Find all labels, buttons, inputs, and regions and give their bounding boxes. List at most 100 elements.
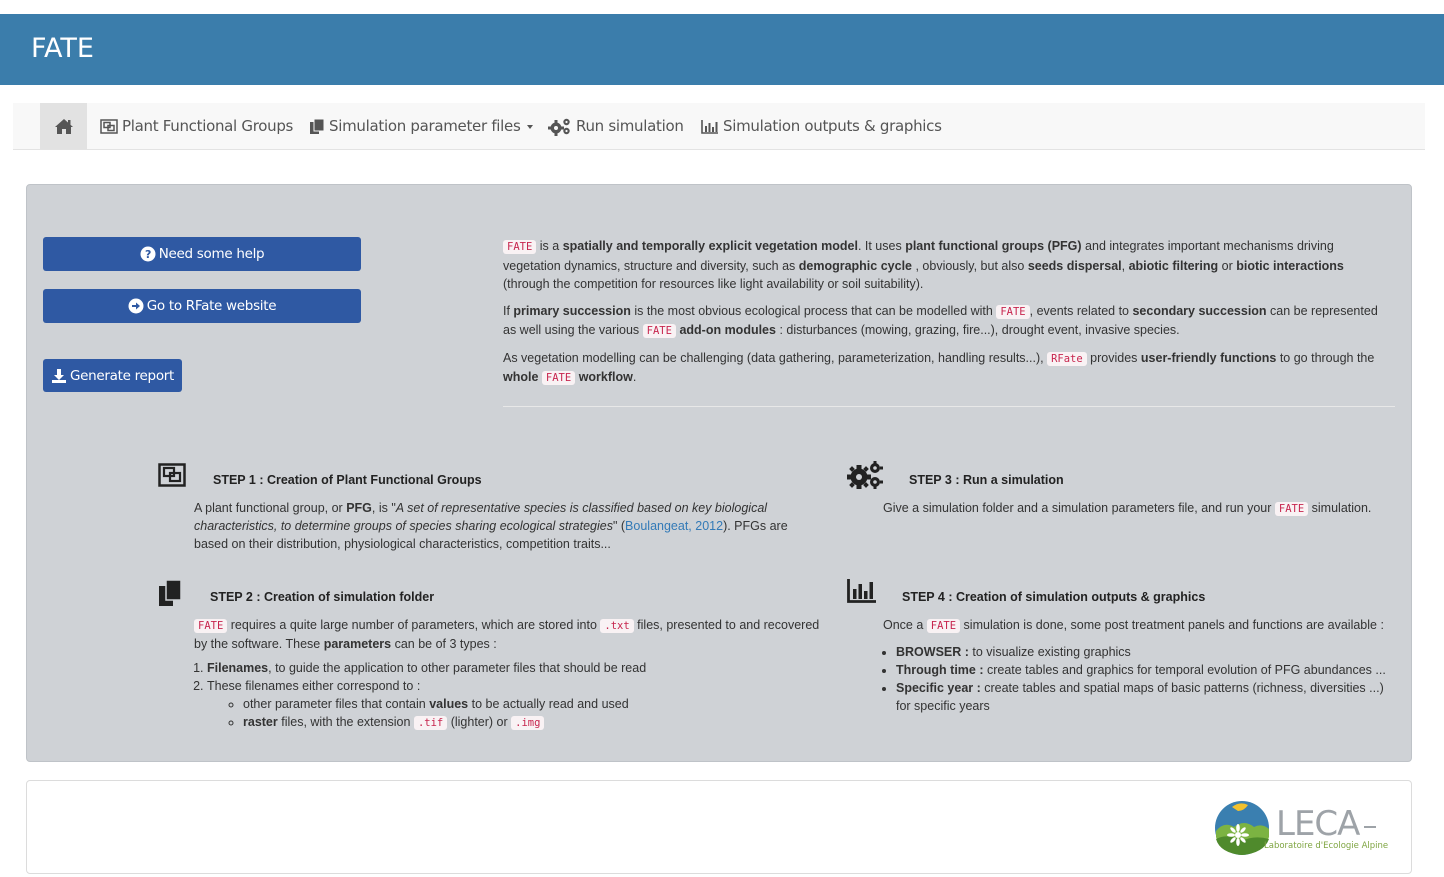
text: Give a simulation folder and a simulatio… bbox=[883, 501, 1275, 515]
code-tag: .img bbox=[511, 716, 545, 730]
text: , is " bbox=[371, 501, 396, 515]
code-tag: .tif bbox=[413, 716, 448, 730]
text: to go through the bbox=[1276, 350, 1375, 365]
step-3-title: STEP 3 : Run a simulation bbox=[909, 473, 1064, 487]
list-item: These filenames either correspond to : o… bbox=[207, 677, 824, 732]
nav-home-tab[interactable] bbox=[40, 103, 87, 149]
list-item: other parameter files that contain value… bbox=[243, 695, 824, 713]
code-tag: FATE bbox=[503, 240, 537, 254]
list-item: Through time : create tables and graphic… bbox=[896, 661, 1393, 679]
code-tag: FATE bbox=[194, 619, 228, 633]
intro-paragraph-3: As vegetation modelling can be challengi… bbox=[503, 349, 1391, 388]
step-4-body: Once a FATE simulation is done, some pos… bbox=[883, 616, 1393, 715]
bold-text: values bbox=[429, 697, 469, 711]
bold-text: biotic interactions bbox=[1236, 258, 1344, 273]
text: provides bbox=[1086, 350, 1141, 365]
code-tag: FATE bbox=[996, 304, 1030, 319]
text: , events related to bbox=[1029, 303, 1133, 318]
bar-chart-icon bbox=[847, 579, 876, 603]
cogs-icon bbox=[548, 118, 570, 136]
bold-text: whole bbox=[503, 370, 539, 384]
text: . bbox=[632, 370, 637, 384]
text: " ( bbox=[612, 519, 626, 533]
step-2-body: FATE requires a quite large number of pa… bbox=[194, 616, 824, 732]
text: : disturbances (mowing, grazing, fire...… bbox=[775, 323, 1180, 337]
step-3-body: Give a simulation folder and a simulatio… bbox=[883, 499, 1403, 518]
arrow-circle-right-icon bbox=[128, 298, 144, 314]
text: Once a bbox=[883, 618, 927, 632]
text: A plant functional group, or bbox=[194, 501, 347, 515]
nav-plant-functional-groups[interactable]: Plant Functional Groups bbox=[100, 103, 293, 149]
code-tag: .txt bbox=[600, 619, 634, 633]
home-icon bbox=[54, 118, 73, 134]
text: requires a quite large number of paramet… bbox=[227, 618, 601, 632]
text: to visualize existing graphics bbox=[968, 645, 1131, 659]
bold-text: workflow bbox=[578, 370, 633, 384]
text: simulation is done, some post treatment … bbox=[960, 618, 1384, 632]
bold-text: Filenames bbox=[207, 661, 269, 675]
nav-simulation-outputs[interactable]: Simulation outputs & graphics bbox=[701, 103, 942, 149]
nav-label: Simulation parameter files bbox=[329, 117, 521, 135]
code-tag: FATE bbox=[541, 371, 576, 385]
nav-run-simulation[interactable]: Run simulation bbox=[548, 103, 684, 149]
divider bbox=[503, 406, 1395, 407]
text: (lighter) or bbox=[447, 715, 512, 729]
navbar: Plant Functional Groups Simulation param… bbox=[13, 103, 1425, 150]
bold-text: demographic cycle bbox=[798, 258, 912, 273]
text: , obviously, but also bbox=[912, 258, 1028, 273]
bold-text: seeds dispersal bbox=[1027, 258, 1122, 273]
nav-simulation-parameter-files[interactable]: Simulation parameter files bbox=[309, 103, 533, 149]
text: simulation. bbox=[1308, 501, 1372, 515]
logo-wordmark: LECA bbox=[1276, 804, 1360, 844]
nav-label: Run simulation bbox=[576, 117, 684, 135]
text: . It uses bbox=[857, 239, 906, 253]
object-group-icon bbox=[100, 118, 118, 134]
boulangeat-reference-link[interactable]: Boulangeat, 2012 bbox=[625, 519, 723, 533]
text: , bbox=[1121, 258, 1129, 273]
app-title: FATE bbox=[31, 33, 94, 64]
bold-text: Specific year : bbox=[896, 681, 981, 695]
bold-text: user-friendly functions bbox=[1140, 350, 1277, 365]
text: These filenames either correspond to : bbox=[207, 679, 421, 693]
generate-report-label: Generate report bbox=[69, 367, 175, 384]
help-button[interactable]: ? Need some help bbox=[43, 237, 361, 271]
cogs-icon bbox=[847, 461, 883, 489]
intro-paragraph-2: If primary succession is the most obviou… bbox=[503, 302, 1391, 341]
bold-text: parameters bbox=[323, 637, 392, 651]
text: If bbox=[503, 303, 514, 318]
list-item: Filenames, to guide the application to o… bbox=[207, 659, 824, 677]
text: can be of 3 types : bbox=[391, 637, 497, 651]
step-1-title: STEP 1 : Creation of Plant Functional Gr… bbox=[213, 473, 482, 487]
copy-icon bbox=[159, 579, 182, 606]
rfate-website-button[interactable]: Go to RFate website bbox=[43, 289, 361, 323]
parameter-types-list: Filenames, to guide the application to o… bbox=[191, 659, 824, 732]
list-item: Specific year : create tables and spatia… bbox=[896, 679, 1393, 715]
main-panel: ? Need some help Go to RFate website Gen… bbox=[26, 184, 1412, 762]
nav-label: Simulation outputs & graphics bbox=[723, 117, 942, 135]
text: is a bbox=[536, 239, 563, 253]
bold-text: add-on modules bbox=[679, 323, 776, 337]
bold-text: primary succession bbox=[513, 303, 631, 318]
bold-text: PFG bbox=[346, 501, 372, 515]
bar-chart-icon bbox=[701, 119, 718, 134]
object-group-icon bbox=[158, 463, 186, 487]
help-button-label: Need some help bbox=[158, 246, 265, 262]
rfate-button-label: Go to RFate website bbox=[146, 298, 277, 314]
logo-subtitle: Laboratoire d'Ecologie Alpine bbox=[1264, 841, 1388, 851]
nav-label: Plant Functional Groups bbox=[122, 117, 294, 135]
text: (through the competition for resources l… bbox=[503, 277, 924, 291]
text: to be actually read and used bbox=[468, 697, 629, 711]
bold-text: raster bbox=[243, 715, 278, 729]
bold-text: spatially and temporally explicit vegeta… bbox=[562, 239, 858, 253]
generate-report-button[interactable]: Generate report bbox=[43, 359, 182, 392]
step-2-title: STEP 2 : Creation of simulation folder bbox=[210, 590, 435, 604]
bold-text: Through time : bbox=[896, 663, 984, 677]
text: create tables and graphics for temporal … bbox=[983, 663, 1386, 677]
bold-text: BROWSER : bbox=[896, 645, 969, 659]
text: other parameter files that contain bbox=[243, 697, 430, 711]
app-header: FATE bbox=[0, 14, 1444, 85]
leca-logo: LECA Laboratoire d'Ecologie Alpine bbox=[1215, 801, 1388, 855]
copy-icon bbox=[310, 118, 325, 134]
bold-text: abiotic filtering bbox=[1128, 258, 1219, 273]
code-tag: FATE bbox=[926, 619, 961, 633]
